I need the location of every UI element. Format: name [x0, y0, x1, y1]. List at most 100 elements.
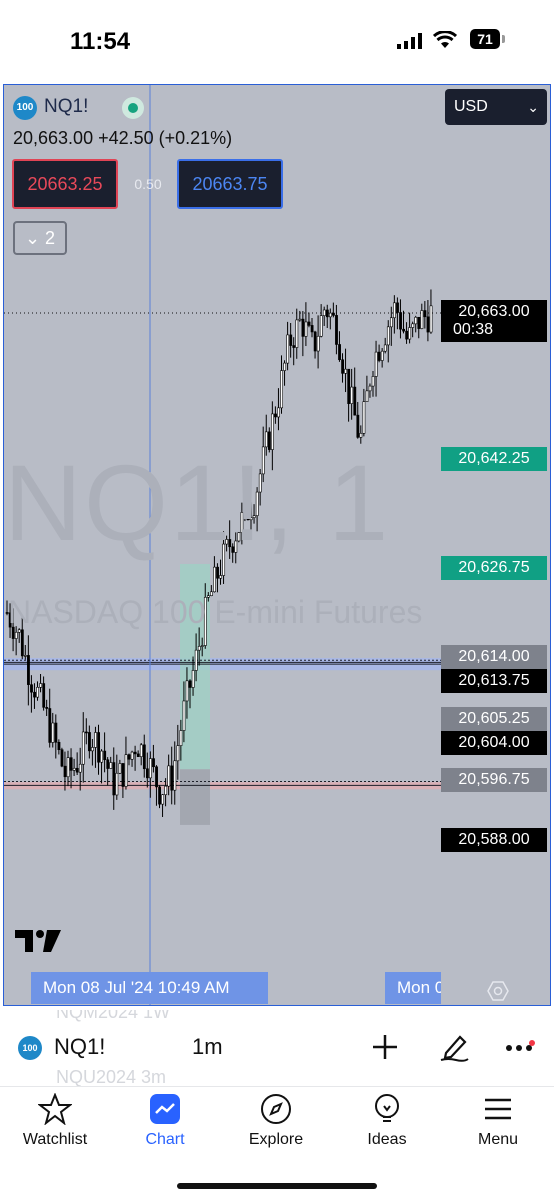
candle-body: [411, 323, 415, 328]
candle-body: [130, 751, 134, 760]
candle-body: [371, 376, 375, 387]
price-label: 20,613.75: [441, 669, 547, 693]
candle-body: [219, 575, 223, 579]
more-icon[interactable]: [505, 1040, 535, 1056]
sell-button[interactable]: 20663.25: [12, 159, 118, 209]
candle-body: [60, 749, 64, 767]
tab-label: Watchlist: [22, 1131, 88, 1148]
price-quote: 20,663.00 +42.50 (+0.21%): [13, 128, 233, 148]
highlight-box: [180, 769, 210, 825]
candle-body: [429, 305, 433, 333]
candle-body: [158, 786, 162, 805]
candle-body: [423, 310, 427, 318]
candle-body: [164, 785, 168, 796]
buy-button[interactable]: 20663.75: [177, 159, 283, 209]
candle-body: [20, 629, 24, 657]
tab-chart[interactable]: Chart: [115, 1093, 215, 1149]
candle-body: [274, 413, 277, 418]
indicator-count: 2: [45, 228, 56, 248]
chevron-down-icon: ⌄: [527, 99, 539, 115]
watermark-symbol: NQ1!, 1: [4, 442, 391, 563]
candle-body: [386, 326, 390, 346]
candle-body: [112, 762, 116, 796]
candle-body: [69, 757, 73, 771]
candle-body: [39, 683, 43, 688]
candle-body: [316, 335, 320, 352]
menu-icon: [485, 1098, 511, 1120]
candle-body: [420, 310, 424, 329]
battery-level: 71: [470, 29, 500, 49]
candle-body: [91, 747, 94, 752]
candle-body: [75, 767, 79, 773]
cellular-signal-icon: [397, 33, 422, 49]
candle-body: [344, 368, 348, 374]
tab-ideas[interactable]: Ideas: [337, 1093, 437, 1149]
candle-body: [188, 680, 192, 688]
candle-body: [27, 655, 30, 685]
candle-body: [347, 368, 351, 404]
candle-body: [405, 330, 409, 340]
wifi-icon: [433, 31, 457, 48]
status-bar: 11:54 71: [0, 0, 554, 84]
symbol-search-button[interactable]: NQ1!: [54, 1034, 105, 1060]
candle-body: [280, 370, 284, 409]
candle-body: [380, 350, 384, 361]
candle-body: [389, 317, 393, 328]
tab-menu[interactable]: Menu: [448, 1093, 548, 1149]
bar-countdown: 00:38: [441, 320, 547, 342]
candle-body: [426, 316, 430, 333]
candle-body: [179, 730, 183, 746]
spread-value: 0.50: [134, 176, 162, 192]
candle-body: [149, 758, 152, 779]
candle-body: [365, 390, 369, 402]
candle-body: [173, 760, 177, 791]
indicators-toggle[interactable]: ⌄ 2: [13, 221, 67, 255]
candle-body: [313, 331, 317, 352]
price-label: 20,614.00: [441, 645, 547, 669]
tab-explore[interactable]: Explore: [226, 1093, 326, 1149]
candle-body: [103, 750, 107, 761]
candle-body: [399, 312, 402, 330]
candle-body: [301, 318, 305, 337]
candle-body: [402, 328, 406, 332]
candle-body: [304, 321, 308, 337]
candle-body: [374, 351, 378, 377]
candle-body: [283, 362, 287, 371]
candle-body: [356, 414, 360, 438]
time-axis-label: Mon 0: [385, 972, 441, 1004]
candle-body: [310, 325, 314, 333]
candle-body: [167, 765, 171, 787]
tab-label: Ideas: [367, 1131, 407, 1148]
candle-body: [106, 759, 110, 769]
settings-gear-icon[interactable]: [487, 980, 509, 1002]
tradingview-logo: [15, 930, 61, 952]
candle-body: [155, 766, 158, 788]
candle-body: [335, 315, 338, 345]
compass-icon: [261, 1094, 291, 1124]
candle-body: [176, 745, 180, 762]
candle-body: [152, 758, 155, 768]
status-time: 11:54: [70, 28, 131, 55]
interval-button[interactable]: 1m: [192, 1034, 223, 1060]
tab-label: Explore: [248, 1131, 304, 1148]
tab-watchlist[interactable]: Watchlist: [5, 1093, 105, 1149]
candle-body: [48, 708, 52, 743]
watchlist-ghost-item: NQM2024 1W: [56, 1010, 171, 1022]
candle-body: [353, 386, 357, 416]
candle-body: [359, 433, 363, 438]
price-label: 20,596.75: [441, 768, 547, 792]
candle-body: [45, 707, 49, 709]
pen-icon[interactable]: [438, 1031, 470, 1063]
price-label: 20,588.00: [441, 828, 547, 852]
currency-select[interactable]: USD ⌄: [445, 89, 547, 125]
candle-body: [368, 385, 372, 392]
plus-icon[interactable]: [372, 1034, 398, 1060]
candle-body: [292, 345, 296, 348]
candle-body: [85, 731, 88, 734]
symbol-name[interactable]: NQ1!: [44, 96, 88, 118]
market-status-icon[interactable]: [122, 97, 144, 119]
candle-body: [66, 757, 70, 778]
symbol-logo: 100: [13, 96, 37, 120]
candle-body: [139, 744, 143, 757]
candle-body: [23, 655, 27, 657]
